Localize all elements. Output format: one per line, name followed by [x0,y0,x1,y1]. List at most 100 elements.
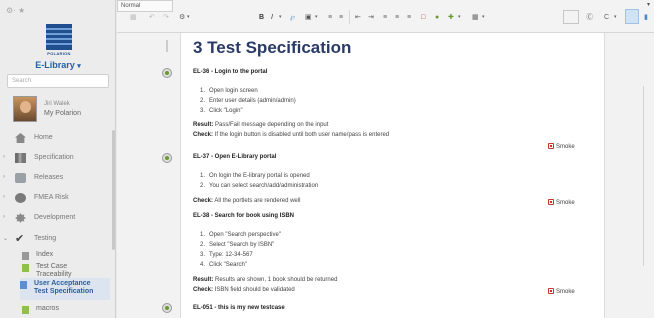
expand-icon[interactable]: › [3,194,5,200]
testcase-title[interactable]: EL-38 - Search for book using ISBN [193,213,294,219]
sidebar-scrollbar[interactable] [112,130,115,250]
sidebar-item-label: Home [34,134,53,141]
expand-icon[interactable]: › [3,214,5,220]
testcase-tag[interactable]: Smoke [548,199,575,206]
testcase-result[interactable]: Result: Results are shown, 1 book should… [193,277,337,283]
right-divider [643,86,644,266]
sidebar-subitem-label: Test Case [36,263,68,270]
testcase-step[interactable]: 3. Click "Login" [200,108,243,114]
outdent-icon[interactable]: ⇤ [355,12,361,23]
sidebar-item-label: Development [34,214,76,221]
chevron-down-icon[interactable]: ▾ [614,12,617,23]
project-title[interactable]: E-Library ▾ [0,60,116,70]
testcase-step[interactable]: 2. You can select search/add/administrati… [200,183,318,189]
chevron-down-icon[interactable]: ▾ [187,12,190,23]
chevron-down-icon[interactable]: ▾ [315,12,318,23]
chevron-down-icon[interactable]: ▾ [279,12,282,23]
sidebar-toggle-button[interactable] [563,10,579,24]
sidebar-item-releases[interactable]: › Releases [0,172,110,186]
sidebar-subitem-label: macros [36,305,59,312]
collapse-icon[interactable]: ⌄ [3,235,8,242]
tag-icon [548,288,554,294]
sidebar-item-development[interactable]: › Development [0,212,110,226]
gear-icon[interactable]: ⚙ [179,12,185,23]
outline-view-button[interactable] [625,9,639,24]
paragraph-style-value: Normal [121,3,141,9]
testcase-step[interactable]: 1. On login the E-library portal is opene… [200,173,310,179]
page-icon [22,252,29,260]
work-item-gutter-icon[interactable] [162,303,172,313]
indent-icon[interactable]: ⇥ [368,12,374,23]
releases-icon [15,173,26,183]
testcase-result[interactable]: Result: Pass/Fail message depending on t… [193,122,328,128]
testcase-title[interactable]: EL-36 - Login to the portal [193,69,267,75]
sidebar-item-testing[interactable]: ⌄ ✔ Testing [0,233,110,247]
testcase-step[interactable]: 2. Enter user details (admin/admin) [200,98,296,104]
italic-button[interactable]: I [271,12,273,23]
testcase-step[interactable]: 1. Open login screen [200,88,258,94]
insert-icon[interactable]: ▣ [305,12,312,23]
sidebar-subitem-user-acceptance[interactable]: User Acceptance Test Specification [20,278,110,300]
chevron-down-icon[interactable]: ▾ [482,12,485,23]
sidebar-item-label: Releases [34,174,64,181]
testcase-title[interactable]: EL-051 - this is my new testcase [193,305,285,311]
align-left-icon[interactable]: ≡ [383,12,387,23]
tag-icon [548,143,554,149]
refresh-icon[interactable]: C [604,12,609,23]
sidebar-subitem-index[interactable]: Index [22,251,112,261]
bold-button[interactable]: B [259,12,264,23]
expand-icon[interactable]: › [3,174,5,180]
chevron-down-icon: ▾ [646,2,650,8]
panel-icon[interactable]: ▮ [644,12,648,23]
user-name[interactable]: Jiri Walek [44,101,70,107]
testcase-check[interactable]: Check: If the login button is disabled u… [193,132,389,138]
testcase-title[interactable]: EL-37 - Open E-Library portal [193,154,276,160]
numbered-list-icon[interactable]: ≡ [328,12,332,23]
paragraph-style-select[interactable]: Normal ▾ [117,0,650,12]
page-title[interactable]: 3 Test Specification [193,38,351,58]
specification-icon [15,153,26,163]
work-item-icon[interactable]: ● [435,12,439,23]
expand-icon[interactable]: › [3,154,5,160]
sidebar-item-specification[interactable]: › Specification [0,152,110,166]
link-icon[interactable]: ℘ [290,12,295,23]
comment-icon[interactable]: □ [421,12,425,23]
document-icon [20,281,27,289]
table-insert-icon[interactable]: ▦ [472,12,479,23]
sidebar-item-fmea-risk[interactable]: › FMEA Risk [0,192,110,206]
bullet-list-icon[interactable]: ≡ [339,12,343,23]
chevron-down-icon[interactable]: ▾ [458,12,461,23]
table-icon[interactable]: ▦ [130,12,137,23]
testcase-step[interactable]: 4. Click "Search" [200,262,247,268]
polarion-logo[interactable] [46,24,72,50]
sidebar-settings-icon[interactable]: ⚙· ★ [6,6,25,15]
history-icon[interactable]: Ⓒ [586,12,593,23]
sidebar-subitem-macros[interactable]: macros [22,305,112,315]
insert-work-item-icon[interactable]: ✚ [448,12,454,23]
testcase-tag[interactable]: Smoke [548,143,575,150]
testcase-step[interactable]: 3. Type: 12-34-567 [200,252,253,258]
sidebar-item-label: Specification [34,154,74,161]
avatar[interactable] [13,96,37,122]
testcase-tag[interactable]: Smoke [548,288,575,295]
tag-icon [548,199,554,205]
undo-icon[interactable]: ↶ [149,12,155,23]
testcase-step[interactable]: 1. Open "Search perspective" [200,232,281,238]
user-project[interactable]: My Polarion [44,110,81,117]
testcase-check[interactable]: Check: ISBN field should be validated [193,287,295,293]
testcase-check[interactable]: Check: All the portlets are rendered wel… [193,198,300,204]
sidebar-subitem-label: Index [36,251,54,258]
align-center-icon[interactable]: ≡ [395,12,399,23]
work-item-gutter-icon[interactable] [162,153,172,163]
document-icon [22,264,29,272]
align-right-icon[interactable]: ≡ [407,12,411,23]
redo-icon[interactable]: ↷ [163,12,169,23]
chevron-down-icon[interactable]: ▾ [77,63,81,70]
search-input[interactable]: Search [7,74,109,88]
sidebar-item-home[interactable]: Home [0,132,110,146]
document-icon [22,306,29,314]
work-item-gutter-icon[interactable] [162,68,172,78]
testcase-step[interactable]: 2. Select "Search by ISBN" [200,242,274,248]
sidebar-subitem-test-case-traceability[interactable]: Test Case Traceability [22,263,112,279]
project-title-label[interactable]: E-Library [35,60,75,70]
